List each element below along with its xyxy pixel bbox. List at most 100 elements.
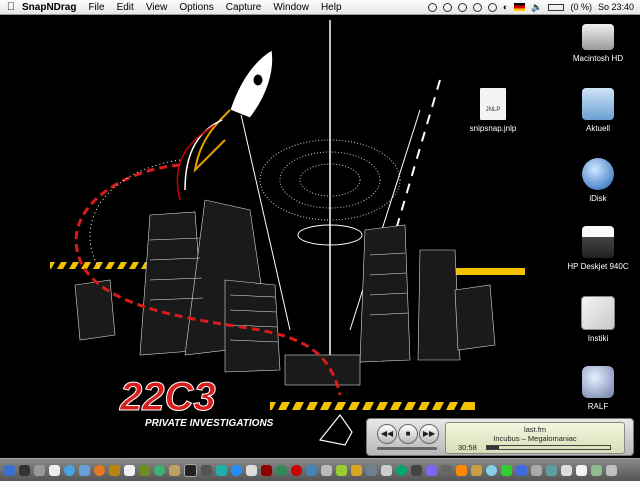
play-pause-button[interactable]: ■ — [398, 424, 418, 444]
network-icon[interactable] — [306, 464, 317, 476]
lyre-icon[interactable] — [471, 464, 482, 476]
progress-bar[interactable] — [486, 445, 611, 450]
elapsed-time: 30:58 — [458, 443, 477, 452]
menu-view[interactable]: View — [146, 2, 168, 13]
mail-icon[interactable] — [79, 464, 90, 476]
chat-icon[interactable] — [154, 464, 165, 476]
disk-icon — [582, 366, 614, 398]
wifi-icon[interactable]: ◐ — [503, 2, 508, 12]
apple-icon[interactable]:  — [0, 1, 22, 13]
s-icon[interactable] — [396, 464, 407, 476]
battery-label[interactable]: (0 %) — [570, 2, 592, 12]
system-preferences-icon[interactable] — [34, 464, 45, 476]
image-dock-icon[interactable] — [591, 464, 602, 476]
dashboard-icon[interactable] — [19, 464, 30, 476]
volume-icon[interactable] — [487, 2, 497, 12]
printer-icon — [582, 226, 614, 258]
photo-icon[interactable] — [139, 464, 150, 476]
blue-app-icon[interactable] — [516, 464, 527, 476]
player-display: last.fm Incubus – Megalomaniac 30:58 — [445, 422, 625, 454]
desktop-icon-label: HP Deskjet 940C — [567, 262, 629, 271]
wallpaper-tagline: PRIVATE INVESTIGATIONS — [145, 418, 274, 429]
menu-app-name[interactable]: SnapNDrag — [22, 2, 76, 13]
hard-drive-icon — [582, 24, 614, 50]
progress-fill — [487, 446, 500, 449]
desktop-icon-hp-deskjet[interactable]: HP Deskjet 940C — [553, 226, 640, 271]
menu-file[interactable]: File — [88, 2, 104, 13]
status-area: ◐ 🔈 (0 %) So 23:40 — [427, 0, 634, 14]
desktop-icon-label: Macintosh HD — [572, 54, 624, 63]
next-track-button[interactable]: ▶▶ — [419, 424, 439, 444]
database-icon[interactable] — [261, 464, 272, 476]
desktop-icon-ralf[interactable]: RALF — [553, 366, 640, 411]
gray-app-icon[interactable] — [531, 464, 542, 476]
app-icon — [581, 296, 615, 330]
address-book-icon[interactable] — [109, 464, 120, 476]
capture-icon[interactable] — [561, 464, 572, 476]
screen-icon[interactable] — [411, 464, 422, 476]
previous-track-button[interactable]: ◀◀ — [377, 424, 397, 444]
desktop-icon-label: RALF — [587, 402, 609, 411]
vlc-icon[interactable] — [456, 464, 467, 476]
mac-icon[interactable] — [321, 464, 332, 476]
menu-edit[interactable]: Edit — [117, 2, 134, 13]
music-icon[interactable] — [426, 464, 437, 476]
safari-icon[interactable] — [64, 464, 75, 476]
desktop-icon-instiki[interactable]: Instiki — [553, 296, 640, 343]
desktop-icon-label: Instiki — [587, 334, 609, 343]
eye-icon[interactable] — [216, 464, 227, 476]
calendar-icon[interactable] — [124, 464, 135, 476]
desktop-icon-label: snipsnap.jnlp — [469, 124, 517, 133]
lock-icon[interactable] — [351, 464, 362, 476]
display-icon[interactable] — [457, 2, 467, 12]
sync-icon[interactable] — [427, 2, 437, 12]
finder-icon[interactable] — [4, 464, 15, 476]
tool-icon[interactable] — [169, 464, 180, 476]
monitor-icon[interactable] — [201, 464, 212, 476]
document-icon: JNLP — [480, 88, 506, 120]
skype-icon[interactable] — [231, 464, 242, 476]
idisk-icon — [582, 158, 614, 190]
text-editor-icon[interactable] — [246, 464, 257, 476]
desktop-icon-macintosh-hd[interactable]: Macintosh HD — [553, 20, 640, 63]
trash-icon[interactable] — [606, 464, 617, 476]
camera-icon[interactable] — [366, 464, 377, 476]
finder-window-icon[interactable] — [546, 464, 557, 476]
document-badge: JNLP — [485, 107, 501, 113]
document-dock-icon[interactable] — [576, 464, 587, 476]
itunes-icon[interactable] — [486, 464, 497, 476]
globe-icon[interactable] — [276, 464, 287, 476]
menu-bar:  SnapNDrag File Edit View Options Captu… — [0, 0, 640, 15]
green-app-icon[interactable] — [501, 464, 512, 476]
clock[interactable]: So 23:40 — [598, 2, 634, 12]
speaker-icon[interactable]: 🔈 — [531, 2, 542, 13]
bluetooth-icon[interactable] — [442, 2, 452, 12]
desktop-icon-idisk[interactable]: iDisk — [553, 158, 640, 203]
desktop-icon-label: iDisk — [589, 194, 607, 203]
menu-window[interactable]: Window — [273, 2, 309, 13]
battery-icon[interactable] — [548, 3, 565, 11]
desktop-wallpaper: 22C3 PRIVATE INVESTIGATIONS — [50, 20, 525, 446]
menu-options[interactable]: Options — [179, 2, 213, 13]
track-title: Incubus – Megalomaniac — [493, 434, 577, 443]
desktop-icon-label: Aktuell — [585, 124, 610, 133]
menu-capture[interactable]: Capture — [226, 2, 262, 13]
time-machine-icon[interactable] — [472, 2, 482, 12]
x11-icon[interactable] — [49, 464, 60, 476]
terminal-icon[interactable] — [184, 463, 197, 477]
speaker-app-icon[interactable] — [381, 464, 392, 476]
menu-help[interactable]: Help — [321, 2, 342, 13]
desktop-icon-aktuell[interactable]: Aktuell — [553, 88, 640, 133]
stop-icon[interactable] — [291, 464, 302, 476]
preview-icon[interactable] — [336, 464, 347, 476]
flag-icon[interactable] — [514, 3, 526, 11]
station-name: last.fm — [523, 425, 547, 434]
dock — [0, 458, 640, 481]
wallpaper-brand: 22C3 — [119, 375, 216, 419]
folder-icon — [582, 88, 614, 120]
grid-icon[interactable] — [441, 464, 452, 476]
volume-slider[interactable] — [377, 447, 437, 450]
itunes-mini-player[interactable]: ◀◀ ■ ▶▶ last.fm Incubus – Megalomaniac 3… — [366, 418, 634, 456]
desktop-icon-snipsnap-jnlp[interactable]: JNLP snipsnap.jnlp — [448, 88, 538, 133]
firefox-icon[interactable] — [94, 464, 105, 476]
